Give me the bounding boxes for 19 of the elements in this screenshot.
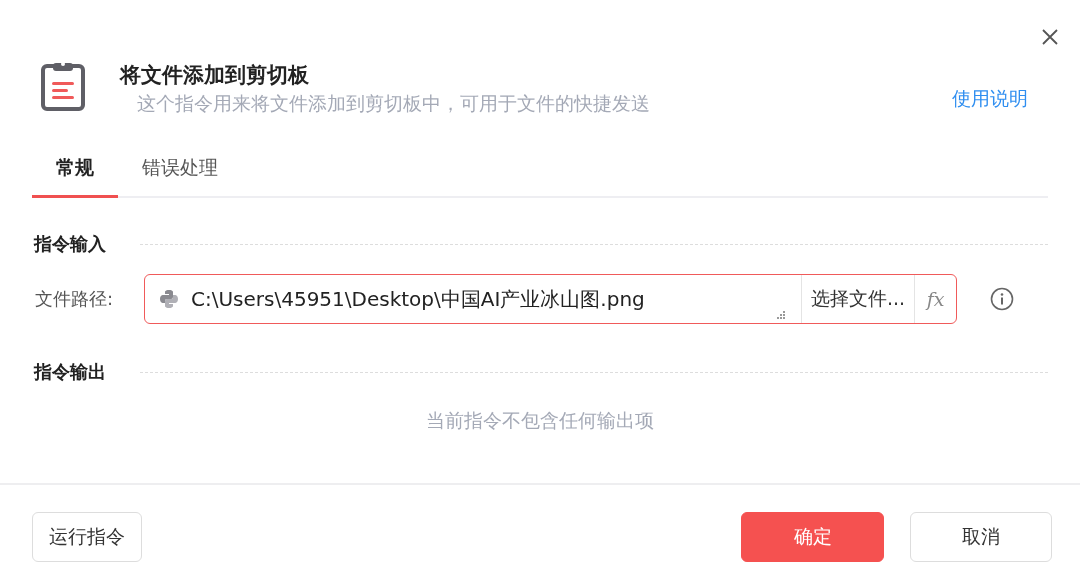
info-icon[interactable] — [990, 287, 1014, 311]
python-icon — [159, 289, 179, 309]
empty-message: 当前指令不包含任何输出项 — [426, 409, 654, 431]
dialog-title: 将文件添加到剪切板 — [120, 62, 310, 89]
run-button[interactable]: 运行指令 — [32, 512, 142, 562]
choose-file-button[interactable]: 选择文件... — [800, 275, 914, 323]
dialog-description: 这个指令用来将文件添加到剪切板中，可用于文件的快捷发送 — [137, 91, 650, 116]
tab[interactable]: 错误处理 — [118, 140, 242, 198]
clipboard-icon — [40, 60, 86, 112]
resize-grip-icon — [777, 311, 785, 319]
close-icon[interactable] — [1042, 29, 1058, 45]
expression-button[interactable]: fx — [914, 275, 956, 323]
tab[interactable]: 常规 — [32, 140, 118, 198]
file-path-field[interactable]: C:\Users\45951\Desktop\中国AI产业冰山图.png 选择文件... fx — [144, 274, 957, 324]
file-path-value: C:\Users\45951\Desktop\中国AI产业冰山图.png — [191, 285, 646, 313]
section-heading: 指令输出 — [34, 360, 106, 384]
field-label: 文件路径: — [35, 287, 115, 311]
cancel-button[interactable]: 取消 — [910, 512, 1052, 562]
section-heading: 指令输入 — [34, 232, 106, 256]
